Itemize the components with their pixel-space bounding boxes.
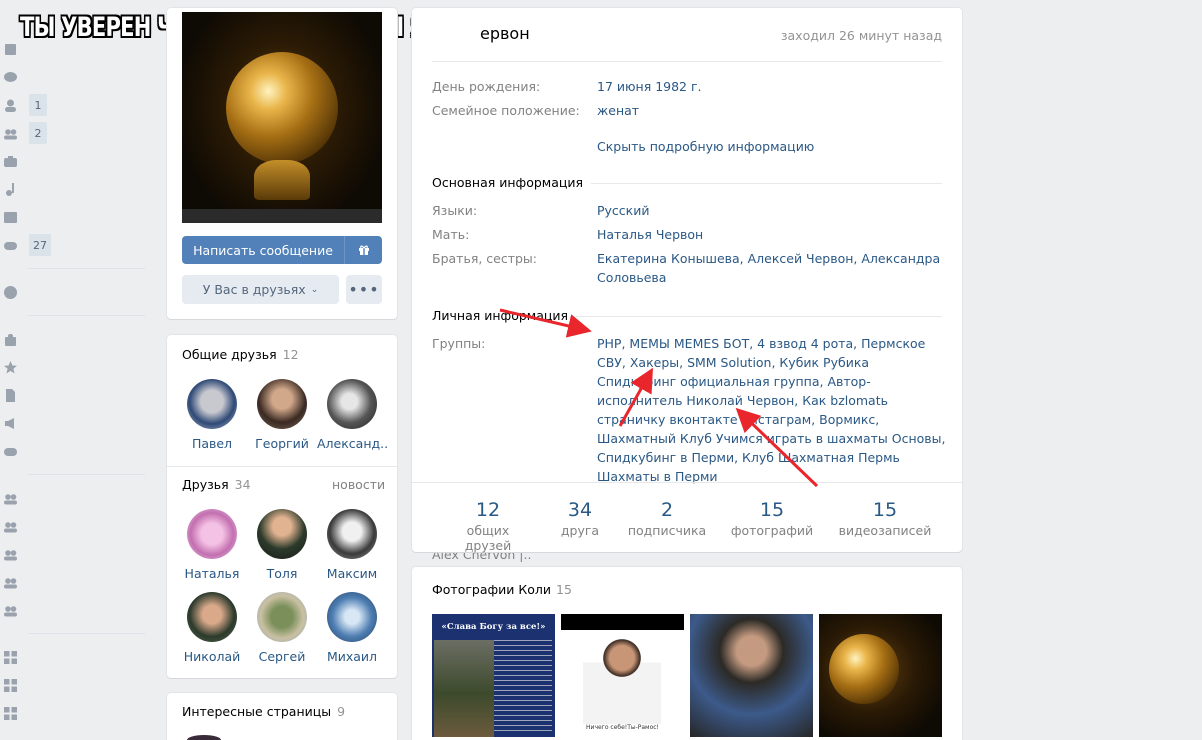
arrow-to-hacking-group [735,407,819,488]
arrow-to-php [499,308,592,338]
annotation-arrows [499,308,819,488]
arrow-to-hackers [618,367,653,427]
